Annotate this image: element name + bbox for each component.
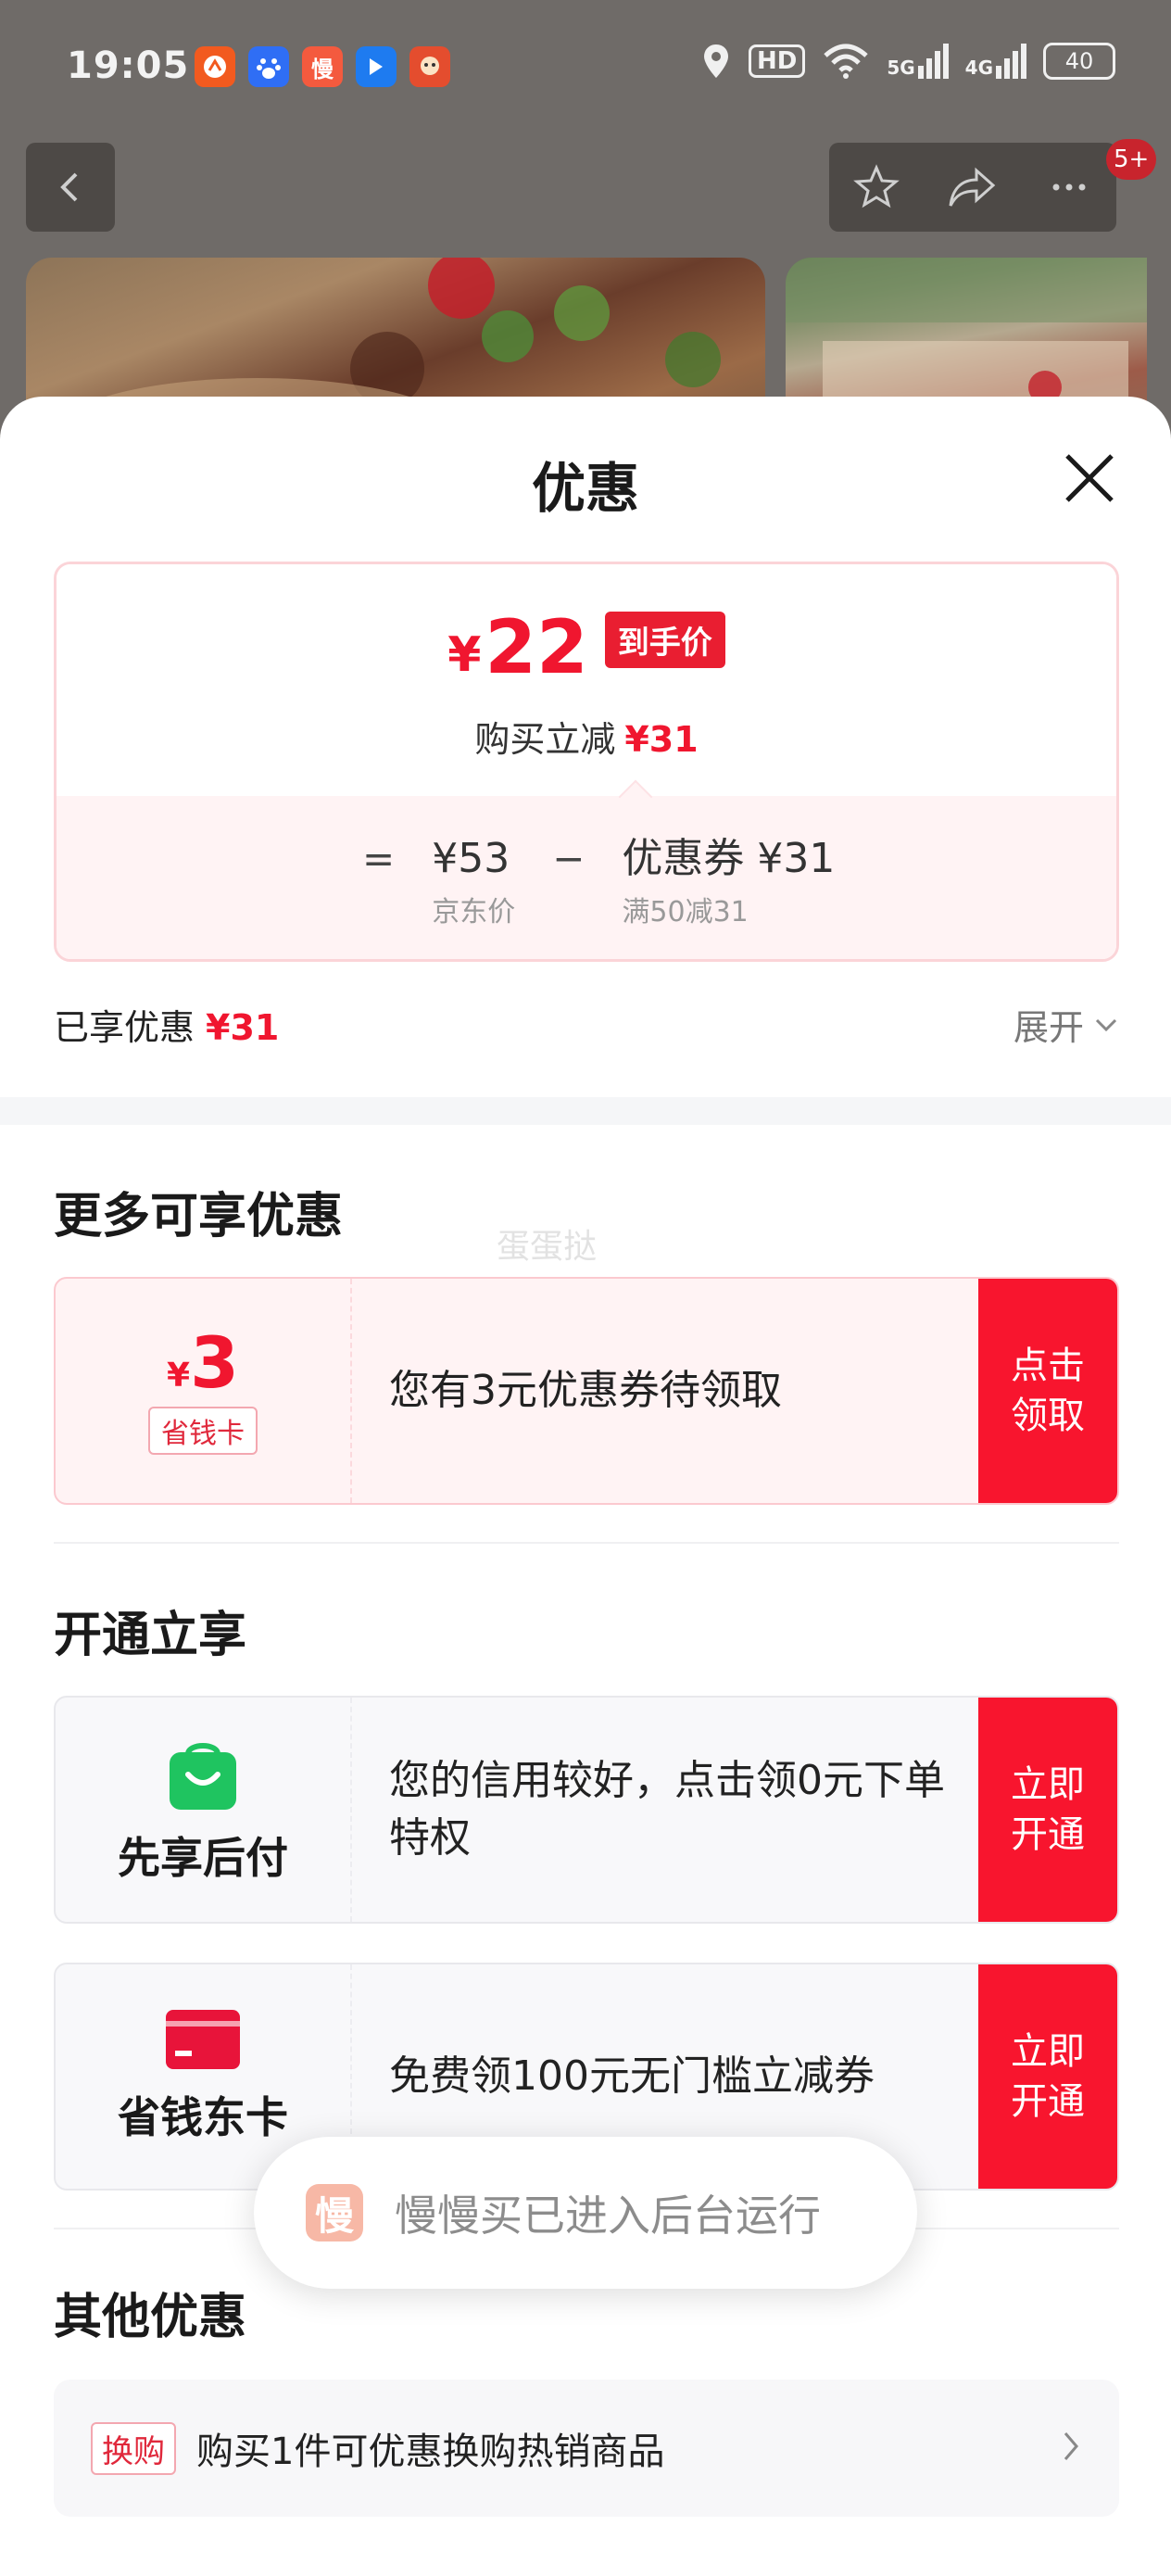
more-offers-title: 更多可享优惠 [54, 1189, 344, 1244]
pay-later-card: 先享后付 您的信用较好，点击领0元下单特权 立即开通 [54, 1696, 1119, 1924]
app-icon-blue [356, 46, 397, 87]
coupon-item: 优惠券 ¥31 满50减31 [622, 835, 836, 928]
final-price-row: ¥ 22 到手价 [57, 611, 1116, 685]
pay-later-text: 您的信用较好，点击领0元下单特权 [389, 1757, 945, 1862]
savings-card-tag: 省钱卡 [148, 1407, 258, 1455]
trade-in-text: 购买1件可优惠换购热销商品 [196, 2431, 665, 2473]
top-action-bar [829, 143, 1116, 232]
message-badge: 5+ [1106, 139, 1157, 180]
price-summary: ¥ 22 到手价 购买立减 ¥31 [57, 564, 1116, 796]
more-icon[interactable] [1045, 163, 1093, 211]
section-divider [0, 1097, 1171, 1125]
trade-in-tag: 换购 [91, 2421, 176, 2475]
back-button[interactable] [26, 143, 115, 232]
trade-in-offer-row[interactable]: 换购 购买1件可优惠换购热销商品 [54, 2380, 1119, 2517]
close-icon [1065, 454, 1114, 502]
price-formula: = ¥53 京东价 − 优惠券 ¥31 满50减31 [57, 796, 1116, 959]
final-price-badge: 到手价 [604, 612, 725, 668]
chevron-down-icon [1095, 1018, 1117, 1031]
price-equation: = ¥53 京东价 − 优惠券 ¥31 满50减31 [362, 833, 835, 929]
watermark: 蛋蛋挞 [497, 1228, 598, 1266]
app-icon-orange [195, 46, 235, 87]
status-time: 19:05 [67, 44, 190, 87]
star-icon[interactable] [852, 163, 900, 211]
status-app-icons: 慢 [195, 46, 450, 87]
signal-4g: 4G [965, 44, 1026, 79]
open-benefits-title: 开通立享 [54, 1608, 247, 1663]
signal-5g: 5G [887, 44, 949, 79]
sheet-title: 优惠 [531, 457, 639, 520]
final-price: ¥ 22 [447, 604, 588, 690]
toast-text: 慢慢买已进入后台运行 [395, 2191, 821, 2241]
open-savings-card-button[interactable]: 立即开通 [978, 1964, 1117, 2189]
battery-indicator: 40 [1043, 43, 1115, 80]
status-indicators: HD 5G 4G 40 [700, 43, 1115, 80]
discount-summary: 购买立减 ¥31 [474, 719, 699, 760]
manman-app-icon: 慢 [306, 2184, 363, 2241]
chevron-right-icon [1064, 2432, 1078, 2460]
app-icon-manman: 慢 [302, 46, 343, 87]
section-divider-thin [54, 1542, 1119, 1544]
claim-coupon-button[interactable]: 点击领取 [978, 1279, 1117, 1503]
coupon-offer-card: ¥ 3 省钱卡 您有3元优惠券待领取 点击领取 [54, 1277, 1119, 1505]
credit-card-icon [166, 2010, 240, 2069]
app-icon-baidu [248, 46, 289, 87]
price-breakdown-card: ¥ 22 到手价 购买立减 ¥31 = ¥53 京东价 − 优惠券 ¥31 满50… [54, 562, 1119, 962]
coupon-amount: ¥ 3 [167, 1321, 239, 1404]
shopping-bag-icon [170, 1743, 236, 1810]
open-pay-later-button[interactable]: 立即开通 [978, 1698, 1117, 1922]
coupon-offer-text: 您有3元优惠券待领取 [389, 1367, 782, 1414]
coupon-badge: ¥ 3 省钱卡 [56, 1279, 352, 1503]
app-icon-game [409, 46, 450, 87]
share-icon[interactable] [947, 163, 999, 211]
close-button[interactable] [1056, 445, 1123, 511]
background-running-toast: 慢 慢慢买已进入后台运行 [254, 2137, 917, 2289]
savings-card-label: 省钱东卡 [118, 2092, 288, 2142]
minus-sign: − [552, 836, 586, 881]
jd-price-item: ¥53 京东价 [432, 835, 516, 928]
pay-later-label: 先享后付 [118, 1833, 288, 1883]
enjoyed-discount: 已享优惠 ¥31 [54, 1007, 280, 1048]
hd-label: HD [748, 44, 806, 78]
equals-sign: = [362, 836, 396, 881]
chevron-left-icon [60, 172, 78, 202]
expand-toggle[interactable]: 展开 [1014, 999, 1119, 1050]
pay-later-badge: 先享后付 [56, 1698, 352, 1922]
location-icon [703, 44, 728, 78]
other-offers-title: 其他优惠 [54, 2290, 247, 2345]
status-bar: 19:05 慢 HD 5G 4G 40 [0, 0, 1171, 139]
wifi-icon [824, 44, 868, 79]
